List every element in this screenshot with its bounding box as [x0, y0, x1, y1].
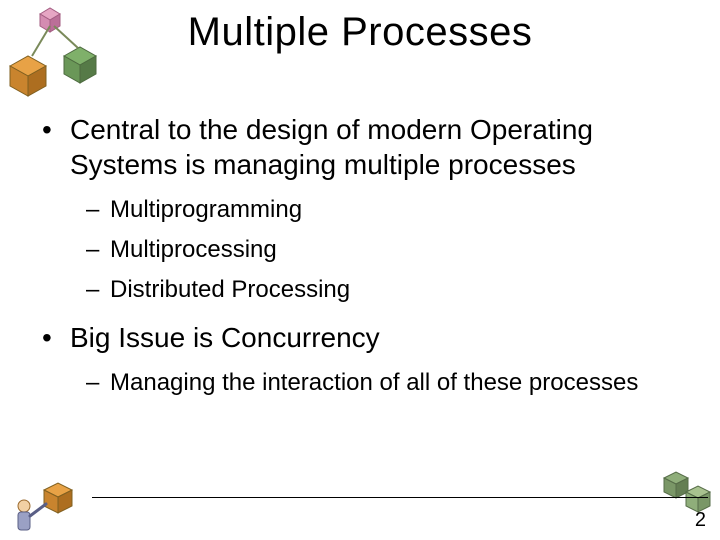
bullet-dot-icon: •	[42, 112, 70, 182]
decorative-person-bottom-left-icon	[8, 476, 88, 536]
slide-body: • Central to the design of modern Operat…	[42, 112, 684, 405]
bullet-level2: – Managing the interaction of all of the…	[86, 365, 684, 401]
page-number: 2	[695, 509, 706, 532]
bullet-dot-icon: •	[42, 320, 70, 355]
bullet-text: Multiprocessing	[110, 232, 684, 268]
bullet-text: Managing the interaction of all of these…	[110, 365, 684, 401]
bullet-text: Central to the design of modern Operatin…	[70, 112, 684, 182]
bullet-text: Multiprogramming	[110, 192, 684, 228]
bullet-level2: – Distributed Processing	[86, 272, 684, 308]
dash-icon: –	[86, 192, 110, 228]
dash-icon: –	[86, 365, 110, 401]
bullet-text: Big Issue is Concurrency	[70, 320, 684, 355]
bullet-level2: – Multiprogramming	[86, 192, 684, 228]
bullet-level1: • Big Issue is Concurrency	[42, 320, 684, 355]
bullet-level1: • Central to the design of modern Operat…	[42, 112, 684, 182]
bullet-level2: – Multiprocessing	[86, 232, 684, 268]
slide: Multiple Processes • Central to the desi…	[0, 0, 720, 540]
divider-line	[92, 497, 708, 498]
bullet-text: Distributed Processing	[110, 272, 684, 308]
slide-title: Multiple Processes	[0, 10, 720, 55]
dash-icon: –	[86, 272, 110, 308]
dash-icon: –	[86, 232, 110, 268]
decorative-cubes-bottom-right-icon	[662, 468, 714, 514]
